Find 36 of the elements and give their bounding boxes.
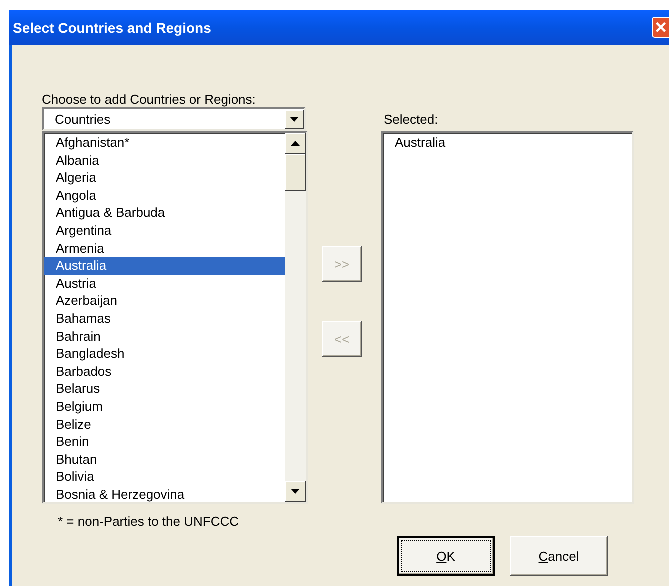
list-item[interactable]: Belgium	[44, 398, 285, 416]
ok-button[interactable]: OK	[397, 536, 495, 576]
list-item[interactable]: Afghanistan*	[44, 134, 285, 152]
down-arrow-icon	[291, 489, 300, 494]
list-item[interactable]: Barbados	[44, 362, 285, 380]
list-item[interactable]: Angola	[44, 186, 285, 204]
up-arrow-icon	[291, 141, 300, 146]
list-item[interactable]: Bolivia	[44, 468, 285, 486]
list-item[interactable]: Australia	[44, 257, 285, 275]
list-item[interactable]: Austria	[44, 274, 285, 292]
cancel-button[interactable]: Cancel	[510, 536, 608, 576]
list-item[interactable]: Belize	[44, 416, 285, 434]
scroll-down-button[interactable]	[285, 481, 306, 502]
footnote: * = non-Parties to the UNFCCC	[57, 513, 240, 531]
window-title: Select Countries and Regions	[12, 20, 212, 36]
field-label: Selected:	[383, 112, 440, 129]
list-item[interactable]: Bangladesh	[44, 345, 285, 363]
list-item[interactable]: Australia	[383, 134, 632, 152]
list-item[interactable]: Albania	[44, 152, 285, 170]
category-dropdown[interactable]: Countries	[42, 107, 306, 131]
dropdown-arrow-icon	[290, 116, 299, 122]
close-button[interactable]: ×	[652, 17, 669, 38]
list-item[interactable]: Benin	[44, 433, 285, 451]
scroll-up-button[interactable]	[285, 133, 306, 154]
list-item[interactable]: Algeria	[44, 169, 285, 187]
list-item[interactable]: Azerbaijan	[44, 292, 285, 310]
field-label: Choose to add Countries or Regions:	[42, 92, 257, 107]
list-item[interactable]: Argentina	[44, 222, 285, 240]
list-item[interactable]: Bosnia & Herzegovina	[44, 486, 285, 502]
list-item[interactable]: Bahamas	[44, 310, 285, 328]
scroll-thumb[interactable]	[285, 154, 306, 191]
list-item[interactable]: Armenia	[44, 240, 285, 258]
list-item[interactable]: Bhutan	[44, 450, 285, 468]
list-item[interactable]: Belarus	[44, 380, 285, 398]
list-item[interactable]: Antigua & Barbuda	[44, 204, 285, 222]
list-item[interactable]: Bahrain	[44, 328, 285, 346]
